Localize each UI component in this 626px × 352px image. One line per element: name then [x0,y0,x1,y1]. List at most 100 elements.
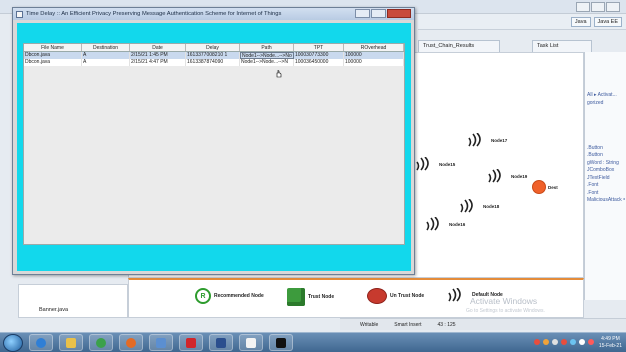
taskbar-app-firefox[interactable] [119,334,143,351]
tray-icon[interactable] [579,339,585,345]
dialog-title-bar[interactable]: Time Delay :: An Efficient Privacy Prese… [13,8,414,20]
task-line: .Button [587,144,603,151]
tray-icon[interactable] [561,339,567,345]
activation-watermark-title: Activate Windows [470,296,538,306]
task-list-panel: All ▸ Activat... gorized .Button .Button… [584,52,626,300]
dialog-close-button[interactable] [387,9,411,18]
cell-roverhead: 100000 [344,52,404,59]
dialog-body: File Name Destination Date Delay Path TP… [17,23,411,271]
destination-node[interactable]: Dest [532,180,558,194]
tray-icon[interactable] [534,339,540,345]
legend-recommended: R Recommended Node [195,288,264,304]
destination-label: Dest [548,184,558,190]
cell-date: 2/15/21 4:47 PM [130,59,186,66]
perspective-javaee-button[interactable]: Java EE [593,17,622,27]
browser-icon [36,337,46,348]
taskbar-app-ie[interactable] [29,334,53,351]
column-header-roverhead[interactable]: ROverhead [344,44,404,51]
node-item[interactable]: Node16 [425,217,465,231]
time-delay-dialog: Time Delay :: An Efficient Privacy Prese… [12,7,415,275]
project-tree: Banner.java [18,284,128,318]
task-line [587,137,625,145]
signal-icon [416,157,429,171]
task-line: MaliciousAttack = [587,197,625,203]
status-position: 43 : 125 [437,322,456,328]
task-line: gWord : String [587,159,619,166]
table-header: File Name Destination Date Delay Path TP… [24,44,404,52]
taskbar-app-chrome[interactable] [89,334,113,351]
cell-file-name: Dbcon.java [24,59,82,66]
cell-delay: 1613387874090 [186,59,240,66]
taskbar-app-pdf[interactable] [179,334,203,351]
dialog-title: Time Delay :: An Efficient Privacy Prese… [26,11,282,17]
node-item[interactable]: Node15 [415,157,455,171]
table-row[interactable]: Dbcon.java A 2/15/21 4:47 PM 16133878740… [24,59,404,66]
node-label: Node19 [511,173,528,179]
column-header-path[interactable]: Path [240,44,294,51]
dialog-maximize-button[interactable] [371,9,386,18]
chrome-icon [96,337,106,348]
legend-untrust-label: Un Trust Node [390,293,425,299]
node-item[interactable]: Node17 [467,133,507,147]
task-line[interactable]: All ▸ Activat... [587,92,625,100]
node-item[interactable]: Node18 [459,199,499,213]
task-list-text: All ▸ Activat... gorized .Button .Button… [587,92,625,205]
maximize-button[interactable] [591,2,605,12]
cell-path[interactable]: Node1-->Node...-->N [240,59,294,66]
cell-destination: A [82,59,130,66]
system-tray [534,339,594,345]
signal-icon [468,133,481,147]
taskbar-clock[interactable]: 4:49 PM 15-Feb-21 [599,336,622,350]
column-header-file-name[interactable]: File Name [24,44,82,51]
ide-icon [216,337,226,348]
taskbar-app-terminal[interactable] [269,334,293,351]
start-button[interactable] [3,333,23,352]
taskbar-app-java[interactable] [239,334,263,351]
untrust-node-icon [367,288,387,304]
ide-toolbar: Java Java EE [418,14,626,30]
tray-icon[interactable] [552,339,558,345]
cell-path[interactable]: Node1-->Node...-->No [240,52,294,59]
taskbar-app-explorer[interactable] [59,334,83,351]
folder-icon [66,337,76,348]
destination-dot [532,180,546,194]
java-icon [246,337,256,348]
legend-trust-label: Trust Node [308,294,335,300]
tab-trust-chain-results[interactable]: Trust_Chain_Results [418,40,500,52]
cell-file-name: Dbcon.java [24,52,82,59]
tray-icon[interactable] [570,339,576,345]
tray-icon[interactable] [543,339,549,345]
cell-date: 2/15/21 1:45 PM [130,52,186,59]
table-row[interactable]: Dbcon.java A 2/15/21 1:45 PM 16133770082… [24,52,404,59]
minimize-button[interactable] [576,2,590,12]
editor-tabbar: Trust_Chain_Results Task List [418,40,626,52]
signal-icon [448,288,461,302]
signal-icon [426,217,439,231]
dialog-minimize-button[interactable] [355,9,370,18]
column-header-date[interactable]: Date [130,44,186,51]
column-header-delay[interactable]: Delay [186,44,240,51]
column-header-tpt[interactable]: TPT [294,44,344,51]
node-label: Node18 [483,203,500,209]
ide-window-controls [576,2,620,12]
firefox-icon [126,337,136,348]
recommended-node-icon: R [195,288,211,304]
taskbar-app-ide[interactable] [209,334,233,351]
cell-delay: 1613377008210 1 [186,52,240,59]
task-line [587,130,625,138]
task-line: .Font [587,182,599,188]
node-item[interactable]: Node19 [487,169,527,183]
tray-icon[interactable] [588,339,594,345]
tab-task-list[interactable]: Task List [532,40,592,52]
tree-file-item[interactable]: Banner.java [39,307,68,313]
cell-tpt: 100036450000 [294,59,344,66]
taskbar-app-media[interactable] [149,334,173,351]
status-insert: Smart Insert [394,322,422,328]
task-line [587,122,625,130]
task-line: gorized [587,99,604,106]
task-line: JComboBox [587,167,615,173]
close-button[interactable] [606,2,620,12]
signal-icon [460,199,473,213]
column-header-destination[interactable]: Destination [82,44,130,51]
perspective-java-button[interactable]: Java [570,17,591,27]
